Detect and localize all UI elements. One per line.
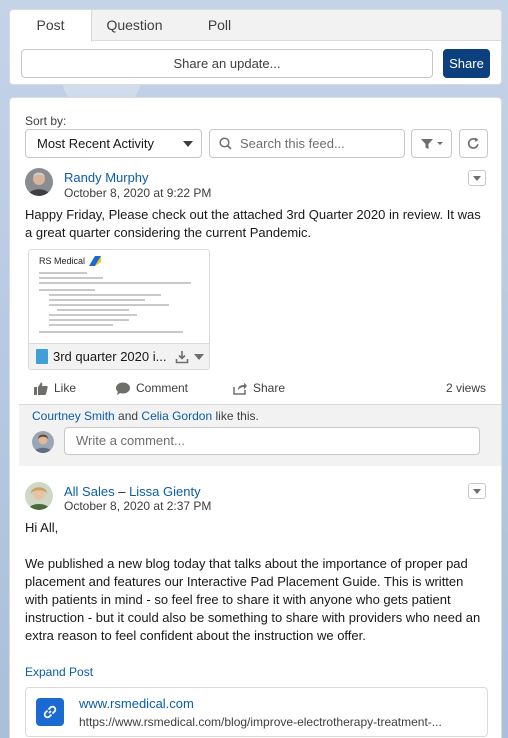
- post-body: We published a new blog today that talks…: [25, 556, 481, 643]
- comment-button[interactable]: Comment: [116, 381, 188, 395]
- post-menu-button[interactable]: [468, 483, 486, 499]
- attachment-footer: 3rd quarter 2020 i...: [29, 343, 209, 369]
- liker-link[interactable]: Courtney Smith: [32, 409, 115, 423]
- view-count: 2 views: [445, 381, 486, 395]
- post-author-link[interactable]: Randy Murphy: [64, 170, 149, 185]
- tab-poll[interactable]: Poll: [177, 10, 262, 41]
- avatar: [32, 431, 54, 453]
- link-icon: [36, 698, 64, 726]
- post-timestamp[interactable]: October 8, 2020 at 2:37 PM: [64, 499, 211, 513]
- link-url[interactable]: https://www.rsmedical.com/blog/improve-e…: [79, 715, 442, 729]
- file-attachment[interactable]: RS Medical 3rd quarter 2020 i...: [28, 249, 210, 370]
- share-update-input[interactable]: Share an update...: [21, 49, 433, 78]
- post-timestamp[interactable]: October 8, 2020 at 9:22 PM: [64, 186, 211, 200]
- comment-icon: [116, 382, 130, 395]
- post-author-line: All Sales – Lissa Gienty: [64, 484, 201, 499]
- avatar[interactable]: [25, 168, 53, 196]
- post-body: Happy Friday, Please check out the attac…: [25, 207, 481, 240]
- document-icon: [36, 349, 48, 364]
- avatar[interactable]: [25, 482, 53, 510]
- filter-icon: [420, 138, 443, 149]
- thumbs-up-icon: [34, 382, 48, 395]
- refresh-button[interactable]: [459, 129, 488, 158]
- chevron-down-icon: [473, 175, 481, 181]
- publisher-tabs: Post Question Poll: [10, 10, 501, 42]
- truncation-fade: [10, 645, 501, 663]
- like-button[interactable]: Like: [34, 381, 76, 395]
- publisher-card: Post Question Poll Share an update... Sh…: [9, 9, 502, 85]
- chevron-down-icon[interactable]: [194, 353, 205, 360]
- post-actions: Like Comment Share 2 views: [10, 375, 501, 401]
- post-author-link[interactable]: Lissa Gienty: [129, 484, 201, 499]
- likes-comment-section: Courtney Smith and Celia Gordon like thi…: [19, 404, 501, 466]
- search-icon: [219, 137, 232, 150]
- tab-post[interactable]: Post: [10, 10, 92, 42]
- share-icon: [233, 382, 247, 395]
- post-greeting: Hi All,: [25, 520, 59, 535]
- tab-question[interactable]: Question: [92, 10, 177, 41]
- expand-post-link[interactable]: Expand Post: [25, 665, 93, 679]
- feed-card: Sort by: Most Recent Activity Search thi…: [9, 97, 502, 738]
- sort-value: Most Recent Activity: [37, 136, 155, 151]
- logo-icon: [89, 256, 102, 266]
- attachment-preview: RS Medical: [29, 250, 209, 346]
- chevron-down-icon: [473, 488, 481, 494]
- post-menu-button[interactable]: [468, 170, 486, 186]
- attachment-filename: 3rd quarter 2020 i...: [53, 349, 167, 364]
- preview-title: RS Medical: [39, 256, 86, 266]
- likes-summary: Courtney Smith and Celia Gordon like thi…: [32, 409, 259, 423]
- chevron-down-icon: [183, 141, 193, 147]
- search-placeholder: Search this feed...: [240, 136, 345, 151]
- group-link[interactable]: All Sales: [64, 484, 115, 499]
- comment-input[interactable]: Write a comment...: [64, 427, 480, 455]
- link-preview-card[interactable]: www.rsmedical.com https://www.rsmedical.…: [25, 687, 488, 737]
- search-feed-input[interactable]: Search this feed...: [209, 129, 405, 158]
- refresh-icon: [467, 137, 479, 149]
- link-title[interactable]: www.rsmedical.com: [79, 696, 194, 711]
- download-icon[interactable]: [175, 350, 189, 364]
- sort-select[interactable]: Most Recent Activity: [25, 129, 202, 158]
- share-button[interactable]: Share: [443, 49, 490, 78]
- filter-button[interactable]: [411, 129, 452, 158]
- sort-label: Sort by:: [25, 114, 67, 128]
- share-post-button[interactable]: Share: [233, 381, 285, 395]
- liker-link[interactable]: Celia Gordon: [141, 409, 212, 423]
